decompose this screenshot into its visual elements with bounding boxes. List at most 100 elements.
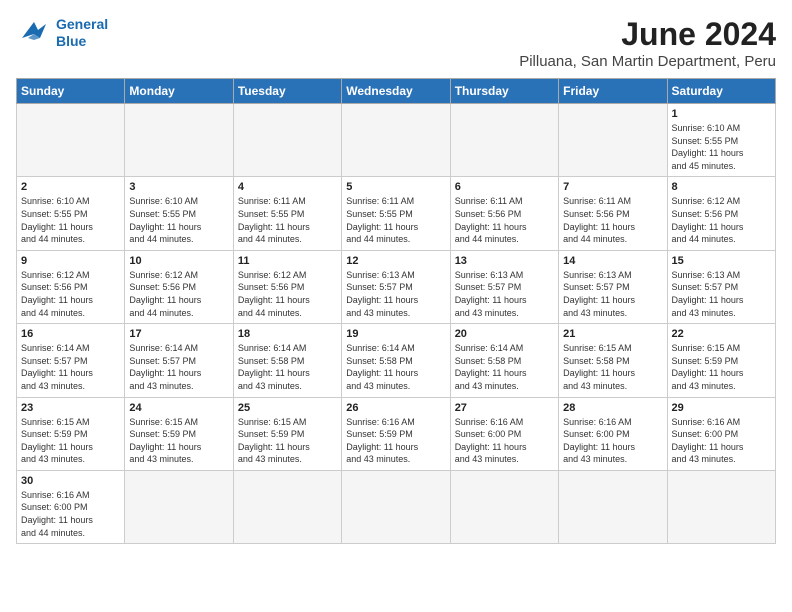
calendar-cell: 27 Sunrise: 6:16 AM Sunset: 6:00 PM Dayli… <box>450 397 558 470</box>
calendar-cell: 1 Sunrise: 6:10 AM Sunset: 5:55 PM Daylig… <box>667 104 775 177</box>
day-number: 5 <box>346 181 445 193</box>
calendar-cell: 6Sunrise: 6:11 AM Sunset: 5:56 PM Daylig… <box>450 177 558 250</box>
day-info: Sunrise: 6:14 AM Sunset: 5:57 PM Dayligh… <box>129 342 228 392</box>
calendar-cell: 19 Sunrise: 6:14 AM Sunset: 5:58 PM Dayli… <box>342 324 450 397</box>
day-number: 11 <box>238 255 337 267</box>
calendar-cell: 23 Sunrise: 6:15 AM Sunset: 5:59 PM Dayli… <box>17 397 125 470</box>
weekday-header-saturday: Saturday <box>667 79 775 104</box>
day-info: Sunrise: 6:12 AM Sunset: 5:56 PM Dayligh… <box>21 269 120 319</box>
calendar-cell <box>450 104 558 177</box>
day-number: 21 <box>563 328 662 340</box>
day-info: Sunrise: 6:10 AM Sunset: 5:55 PM Dayligh… <box>672 122 771 172</box>
day-number: 22 <box>672 328 771 340</box>
day-number: 6 <box>455 181 554 193</box>
calendar-cell <box>450 470 558 543</box>
calendar-cell: 24 Sunrise: 6:15 AM Sunset: 5:59 PM Dayli… <box>125 397 233 470</box>
day-info: Sunrise: 6:16 AM Sunset: 6:00 PM Dayligh… <box>672 416 771 466</box>
calendar-cell <box>233 104 341 177</box>
calendar-cell <box>667 470 775 543</box>
calendar-cell: 12Sunrise: 6:13 AM Sunset: 5:57 PM Dayli… <box>342 250 450 323</box>
day-number: 14 <box>563 255 662 267</box>
calendar-cell <box>342 104 450 177</box>
day-info: Sunrise: 6:16 AM Sunset: 6:00 PM Dayligh… <box>21 489 120 539</box>
calendar-header-row: SundayMondayTuesdayWednesdayThursdayFrid… <box>17 79 776 104</box>
weekday-header-monday: Monday <box>125 79 233 104</box>
weekday-header-friday: Friday <box>559 79 667 104</box>
calendar-table: SundayMondayTuesdayWednesdayThursdayFrid… <box>16 78 776 544</box>
day-info: Sunrise: 6:10 AM Sunset: 5:55 PM Dayligh… <box>21 195 120 245</box>
weekday-header-tuesday: Tuesday <box>233 79 341 104</box>
day-info: Sunrise: 6:15 AM Sunset: 5:59 PM Dayligh… <box>238 416 337 466</box>
calendar-cell: 30 Sunrise: 6:16 AM Sunset: 6:00 PM Dayli… <box>17 470 125 543</box>
day-number: 30 <box>21 475 120 487</box>
calendar-cell: 5Sunrise: 6:11 AM Sunset: 5:55 PM Daylig… <box>342 177 450 250</box>
calendar-week-row: 1 Sunrise: 6:10 AM Sunset: 5:55 PM Daylig… <box>17 104 776 177</box>
calendar-cell <box>17 104 125 177</box>
calendar-cell: 15Sunrise: 6:13 AM Sunset: 5:57 PM Dayli… <box>667 250 775 323</box>
day-number: 3 <box>129 181 228 193</box>
calendar-week-row: 2Sunrise: 6:10 AM Sunset: 5:55 PM Daylig… <box>17 177 776 250</box>
day-info: Sunrise: 6:13 AM Sunset: 5:57 PM Dayligh… <box>455 269 554 319</box>
day-info: Sunrise: 6:16 AM Sunset: 6:00 PM Dayligh… <box>455 416 554 466</box>
day-info: Sunrise: 6:15 AM Sunset: 5:59 PM Dayligh… <box>129 416 228 466</box>
day-number: 17 <box>129 328 228 340</box>
calendar-cell: 14 Sunrise: 6:13 AM Sunset: 5:57 PM Dayli… <box>559 250 667 323</box>
calendar-cell: 26 Sunrise: 6:16 AM Sunset: 5:59 PM Dayli… <box>342 397 450 470</box>
calendar-cell <box>125 470 233 543</box>
day-number: 16 <box>21 328 120 340</box>
page-header: General Blue June 2024 Pilluana, San Mar… <box>16 16 776 70</box>
calendar-cell <box>559 470 667 543</box>
day-info: Sunrise: 6:12 AM Sunset: 5:56 PM Dayligh… <box>672 195 771 245</box>
day-number: 25 <box>238 402 337 414</box>
day-number: 23 <box>21 402 120 414</box>
day-number: 27 <box>455 402 554 414</box>
calendar-cell: 28 Sunrise: 6:16 AM Sunset: 6:00 PM Dayli… <box>559 397 667 470</box>
day-number: 4 <box>238 181 337 193</box>
day-number: 20 <box>455 328 554 340</box>
calendar-cell: 7 Sunrise: 6:11 AM Sunset: 5:56 PM Daylig… <box>559 177 667 250</box>
day-number: 8 <box>672 181 771 193</box>
calendar-cell: 3Sunrise: 6:10 AM Sunset: 5:55 PM Daylig… <box>125 177 233 250</box>
day-info: Sunrise: 6:14 AM Sunset: 5:58 PM Dayligh… <box>455 342 554 392</box>
day-info: Sunrise: 6:15 AM Sunset: 5:59 PM Dayligh… <box>21 416 120 466</box>
weekday-header-thursday: Thursday <box>450 79 558 104</box>
calendar-cell <box>233 470 341 543</box>
calendar-cell: 13 Sunrise: 6:13 AM Sunset: 5:57 PM Dayli… <box>450 250 558 323</box>
calendar-week-row: 9Sunrise: 6:12 AM Sunset: 5:56 PM Daylig… <box>17 250 776 323</box>
day-number: 10 <box>129 255 228 267</box>
location-subtitle: Pilluana, San Martin Department, Peru <box>519 53 776 70</box>
calendar-cell: 11 Sunrise: 6:12 AM Sunset: 5:56 PM Dayli… <box>233 250 341 323</box>
logo-text: General Blue <box>56 16 108 50</box>
day-info: Sunrise: 6:16 AM Sunset: 5:59 PM Dayligh… <box>346 416 445 466</box>
day-info: Sunrise: 6:13 AM Sunset: 5:57 PM Dayligh… <box>563 269 662 319</box>
calendar-week-row: 30 Sunrise: 6:16 AM Sunset: 6:00 PM Dayli… <box>17 470 776 543</box>
day-number: 26 <box>346 402 445 414</box>
day-info: Sunrise: 6:13 AM Sunset: 5:57 PM Dayligh… <box>346 269 445 319</box>
day-info: Sunrise: 6:13 AM Sunset: 5:57 PM Dayligh… <box>672 269 771 319</box>
calendar-cell: 8 Sunrise: 6:12 AM Sunset: 5:56 PM Daylig… <box>667 177 775 250</box>
day-number: 1 <box>672 108 771 120</box>
day-number: 18 <box>238 328 337 340</box>
calendar-cell: 4Sunrise: 6:11 AM Sunset: 5:55 PM Daylig… <box>233 177 341 250</box>
day-info: Sunrise: 6:15 AM Sunset: 5:59 PM Dayligh… <box>672 342 771 392</box>
day-number: 13 <box>455 255 554 267</box>
day-number: 19 <box>346 328 445 340</box>
day-info: Sunrise: 6:16 AM Sunset: 6:00 PM Dayligh… <box>563 416 662 466</box>
calendar-cell: 10Sunrise: 6:12 AM Sunset: 5:56 PM Dayli… <box>125 250 233 323</box>
day-number: 29 <box>672 402 771 414</box>
calendar-cell: 16Sunrise: 6:14 AM Sunset: 5:57 PM Dayli… <box>17 324 125 397</box>
weekday-header-wednesday: Wednesday <box>342 79 450 104</box>
calendar-cell <box>342 470 450 543</box>
calendar-cell <box>559 104 667 177</box>
calendar-cell: 2Sunrise: 6:10 AM Sunset: 5:55 PM Daylig… <box>17 177 125 250</box>
calendar-cell: 21Sunrise: 6:15 AM Sunset: 5:58 PM Dayli… <box>559 324 667 397</box>
day-number: 7 <box>563 181 662 193</box>
day-number: 24 <box>129 402 228 414</box>
logo-icon <box>16 18 52 48</box>
calendar-cell: 9Sunrise: 6:12 AM Sunset: 5:56 PM Daylig… <box>17 250 125 323</box>
day-info: Sunrise: 6:14 AM Sunset: 5:58 PM Dayligh… <box>346 342 445 392</box>
day-info: Sunrise: 6:11 AM Sunset: 5:56 PM Dayligh… <box>563 195 662 245</box>
day-info: Sunrise: 6:12 AM Sunset: 5:56 PM Dayligh… <box>238 269 337 319</box>
day-number: 28 <box>563 402 662 414</box>
title-block: June 2024 Pilluana, San Martin Departmen… <box>519 16 776 70</box>
